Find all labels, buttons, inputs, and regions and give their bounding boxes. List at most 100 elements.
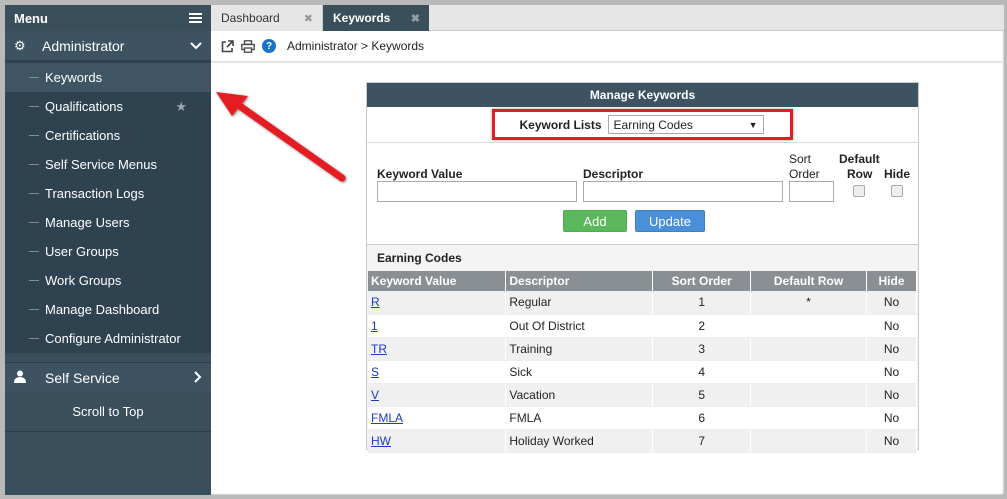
hamburger-icon[interactable] — [189, 13, 202, 23]
close-icon[interactable]: ✖ — [411, 12, 420, 25]
keyword-cell: R — [368, 291, 507, 315]
default-row-label-line2: Row — [847, 167, 873, 181]
sort-order-cell: 2 — [652, 314, 752, 338]
administrator-submenu: Keywords Qualifications ★ Certifications … — [5, 61, 211, 353]
hide-cell: No — [866, 291, 918, 315]
sidebar-item-label: User Groups — [45, 244, 119, 259]
sidebar-item-label: Self Service — [45, 369, 120, 386]
default-row-cell: * — [750, 291, 867, 315]
hide-cell: No — [866, 406, 918, 430]
keyword-link[interactable]: FMLA — [371, 411, 403, 425]
sidebar-item-certifications[interactable]: Certifications — [5, 121, 211, 150]
sidebar: Menu ⚙ Administrator Keywords Qualificat… — [5, 5, 211, 495]
sort-order-cell: 5 — [652, 383, 752, 407]
default-row-cell — [750, 314, 867, 338]
menu-header: Menu — [5, 5, 211, 31]
keyword-lists-value: Earning Codes — [613, 117, 693, 132]
keyword-lists-select[interactable]: Earning Codes ▼ — [607, 115, 764, 134]
table-row: 1 Out Of District 2 No — [368, 314, 918, 338]
default-row-cell — [750, 429, 867, 453]
sidebar-item-qualifications[interactable]: Qualifications ★ — [5, 92, 211, 121]
column-header-hide[interactable]: Hide — [866, 271, 918, 291]
keyword-link[interactable]: TR — [371, 342, 387, 356]
sort-order-label-line2: Order — [789, 167, 820, 181]
keyword-link[interactable]: R — [371, 295, 380, 309]
sidebar-item-configure-administrator[interactable]: Configure Administrator — [5, 324, 211, 353]
keyword-cell: TR — [368, 337, 507, 361]
descriptor-cell: Sick — [505, 360, 654, 384]
keywords-table: Keyword Value Descriptor Sort Order Defa… — [368, 271, 918, 453]
tab-label: Keywords — [333, 11, 391, 25]
descriptor-cell: FMLA — [505, 406, 654, 430]
sort-order-input[interactable] — [789, 181, 834, 202]
tab-label: Dashboard — [221, 11, 280, 25]
sidebar-item-manage-dashboard[interactable]: Manage Dashboard — [5, 295, 211, 324]
tab-bar: Dashboard ✖ Keywords ✖ — [211, 5, 1004, 31]
sidebar-item-keywords[interactable]: Keywords — [5, 63, 211, 92]
sidebar-item-label: Manage Users — [45, 215, 130, 230]
default-row-checkbox[interactable] — [853, 185, 865, 197]
descriptor-input[interactable] — [583, 181, 783, 202]
descriptor-cell: Vacation — [505, 383, 654, 407]
sort-order-cell: 1 — [652, 291, 752, 315]
sidebar-item-work-groups[interactable]: Work Groups — [5, 266, 211, 295]
table-title: Earning Codes — [377, 251, 462, 265]
hide-cell: No — [866, 314, 918, 338]
breadcrumb: ? Administrator > Keywords — [211, 31, 1004, 63]
sort-order-cell: 3 — [652, 337, 752, 361]
sidebar-item-self-service[interactable]: Self Service — [5, 362, 211, 392]
sidebar-item-label: Administrator — [42, 37, 125, 54]
descriptor-cell: Regular — [505, 291, 654, 315]
sort-order-cell: 7 — [652, 429, 752, 453]
default-row-cell — [750, 360, 867, 384]
gear-icon: ⚙ — [14, 37, 26, 53]
default-row-cell — [750, 383, 867, 407]
keyword-cell: S — [368, 360, 507, 384]
sidebar-item-self-service-menus[interactable]: Self Service Menus — [5, 150, 211, 179]
breadcrumb-text: Administrator > Keywords — [287, 39, 425, 53]
sidebar-item-manage-users[interactable]: Manage Users — [5, 208, 211, 237]
hide-label: Hide — [884, 167, 911, 181]
external-link-icon[interactable] — [220, 39, 234, 53]
sidebar-item-administrator[interactable]: ⚙ Administrator — [5, 31, 211, 61]
user-icon — [14, 370, 28, 386]
keyword-value-input[interactable] — [377, 181, 577, 202]
menu-label: Menu — [14, 10, 48, 26]
column-header-descriptor[interactable]: Descriptor — [505, 271, 654, 291]
update-button[interactable]: Update — [635, 210, 705, 232]
add-button[interactable]: Add — [563, 210, 627, 232]
column-header-sort-order[interactable]: Sort Order — [652, 271, 752, 291]
manage-keywords-panel: Manage Keywords Keyword Lists Earning Co… — [366, 82, 919, 453]
close-icon[interactable]: ✖ — [304, 12, 313, 25]
table-header-row: Keyword Value Descriptor Sort Order Defa… — [368, 271, 918, 291]
keyword-link[interactable]: 1 — [371, 319, 378, 333]
keyword-cell: HW — [368, 429, 507, 453]
keyword-link[interactable]: V — [371, 388, 379, 402]
hide-cell: No — [866, 429, 918, 453]
keyword-link[interactable]: S — [371, 365, 379, 379]
column-header-default-row[interactable]: Default Row — [750, 271, 867, 291]
tab-dashboard[interactable]: Dashboard ✖ — [211, 5, 323, 31]
sidebar-item-label: Keywords — [45, 70, 103, 85]
table-row: FMLA FMLA 6 No — [368, 406, 918, 430]
sort-order-cell: 4 — [652, 360, 752, 384]
table-row: R Regular 1 * No — [368, 291, 918, 315]
hide-checkbox[interactable] — [891, 185, 903, 197]
sidebar-item-user-groups[interactable]: User Groups — [5, 237, 211, 266]
chevron-down-icon — [190, 39, 202, 53]
column-header-keyword-value[interactable]: Keyword Value — [368, 271, 507, 291]
descriptor-label: Descriptor — [583, 167, 644, 181]
annotation-arrow — [216, 92, 346, 182]
tab-keywords[interactable]: Keywords ✖ — [323, 5, 429, 31]
sidebar-item-transaction-logs[interactable]: Transaction Logs — [5, 179, 211, 208]
sidebar-item-label: Qualifications — [45, 99, 124, 114]
help-icon[interactable]: ? — [262, 39, 276, 53]
scroll-to-top-label: Scroll to Top — [72, 404, 144, 419]
scroll-to-top-button[interactable]: Scroll to Top — [5, 392, 211, 432]
keyword-link[interactable]: HW — [371, 434, 391, 448]
star-icon[interactable]: ★ — [175, 99, 187, 115]
table-row: HW Holiday Worked 7 No — [368, 429, 918, 453]
print-icon[interactable] — [241, 39, 255, 53]
hide-cell: No — [866, 337, 918, 361]
hide-cell: No — [866, 383, 918, 407]
